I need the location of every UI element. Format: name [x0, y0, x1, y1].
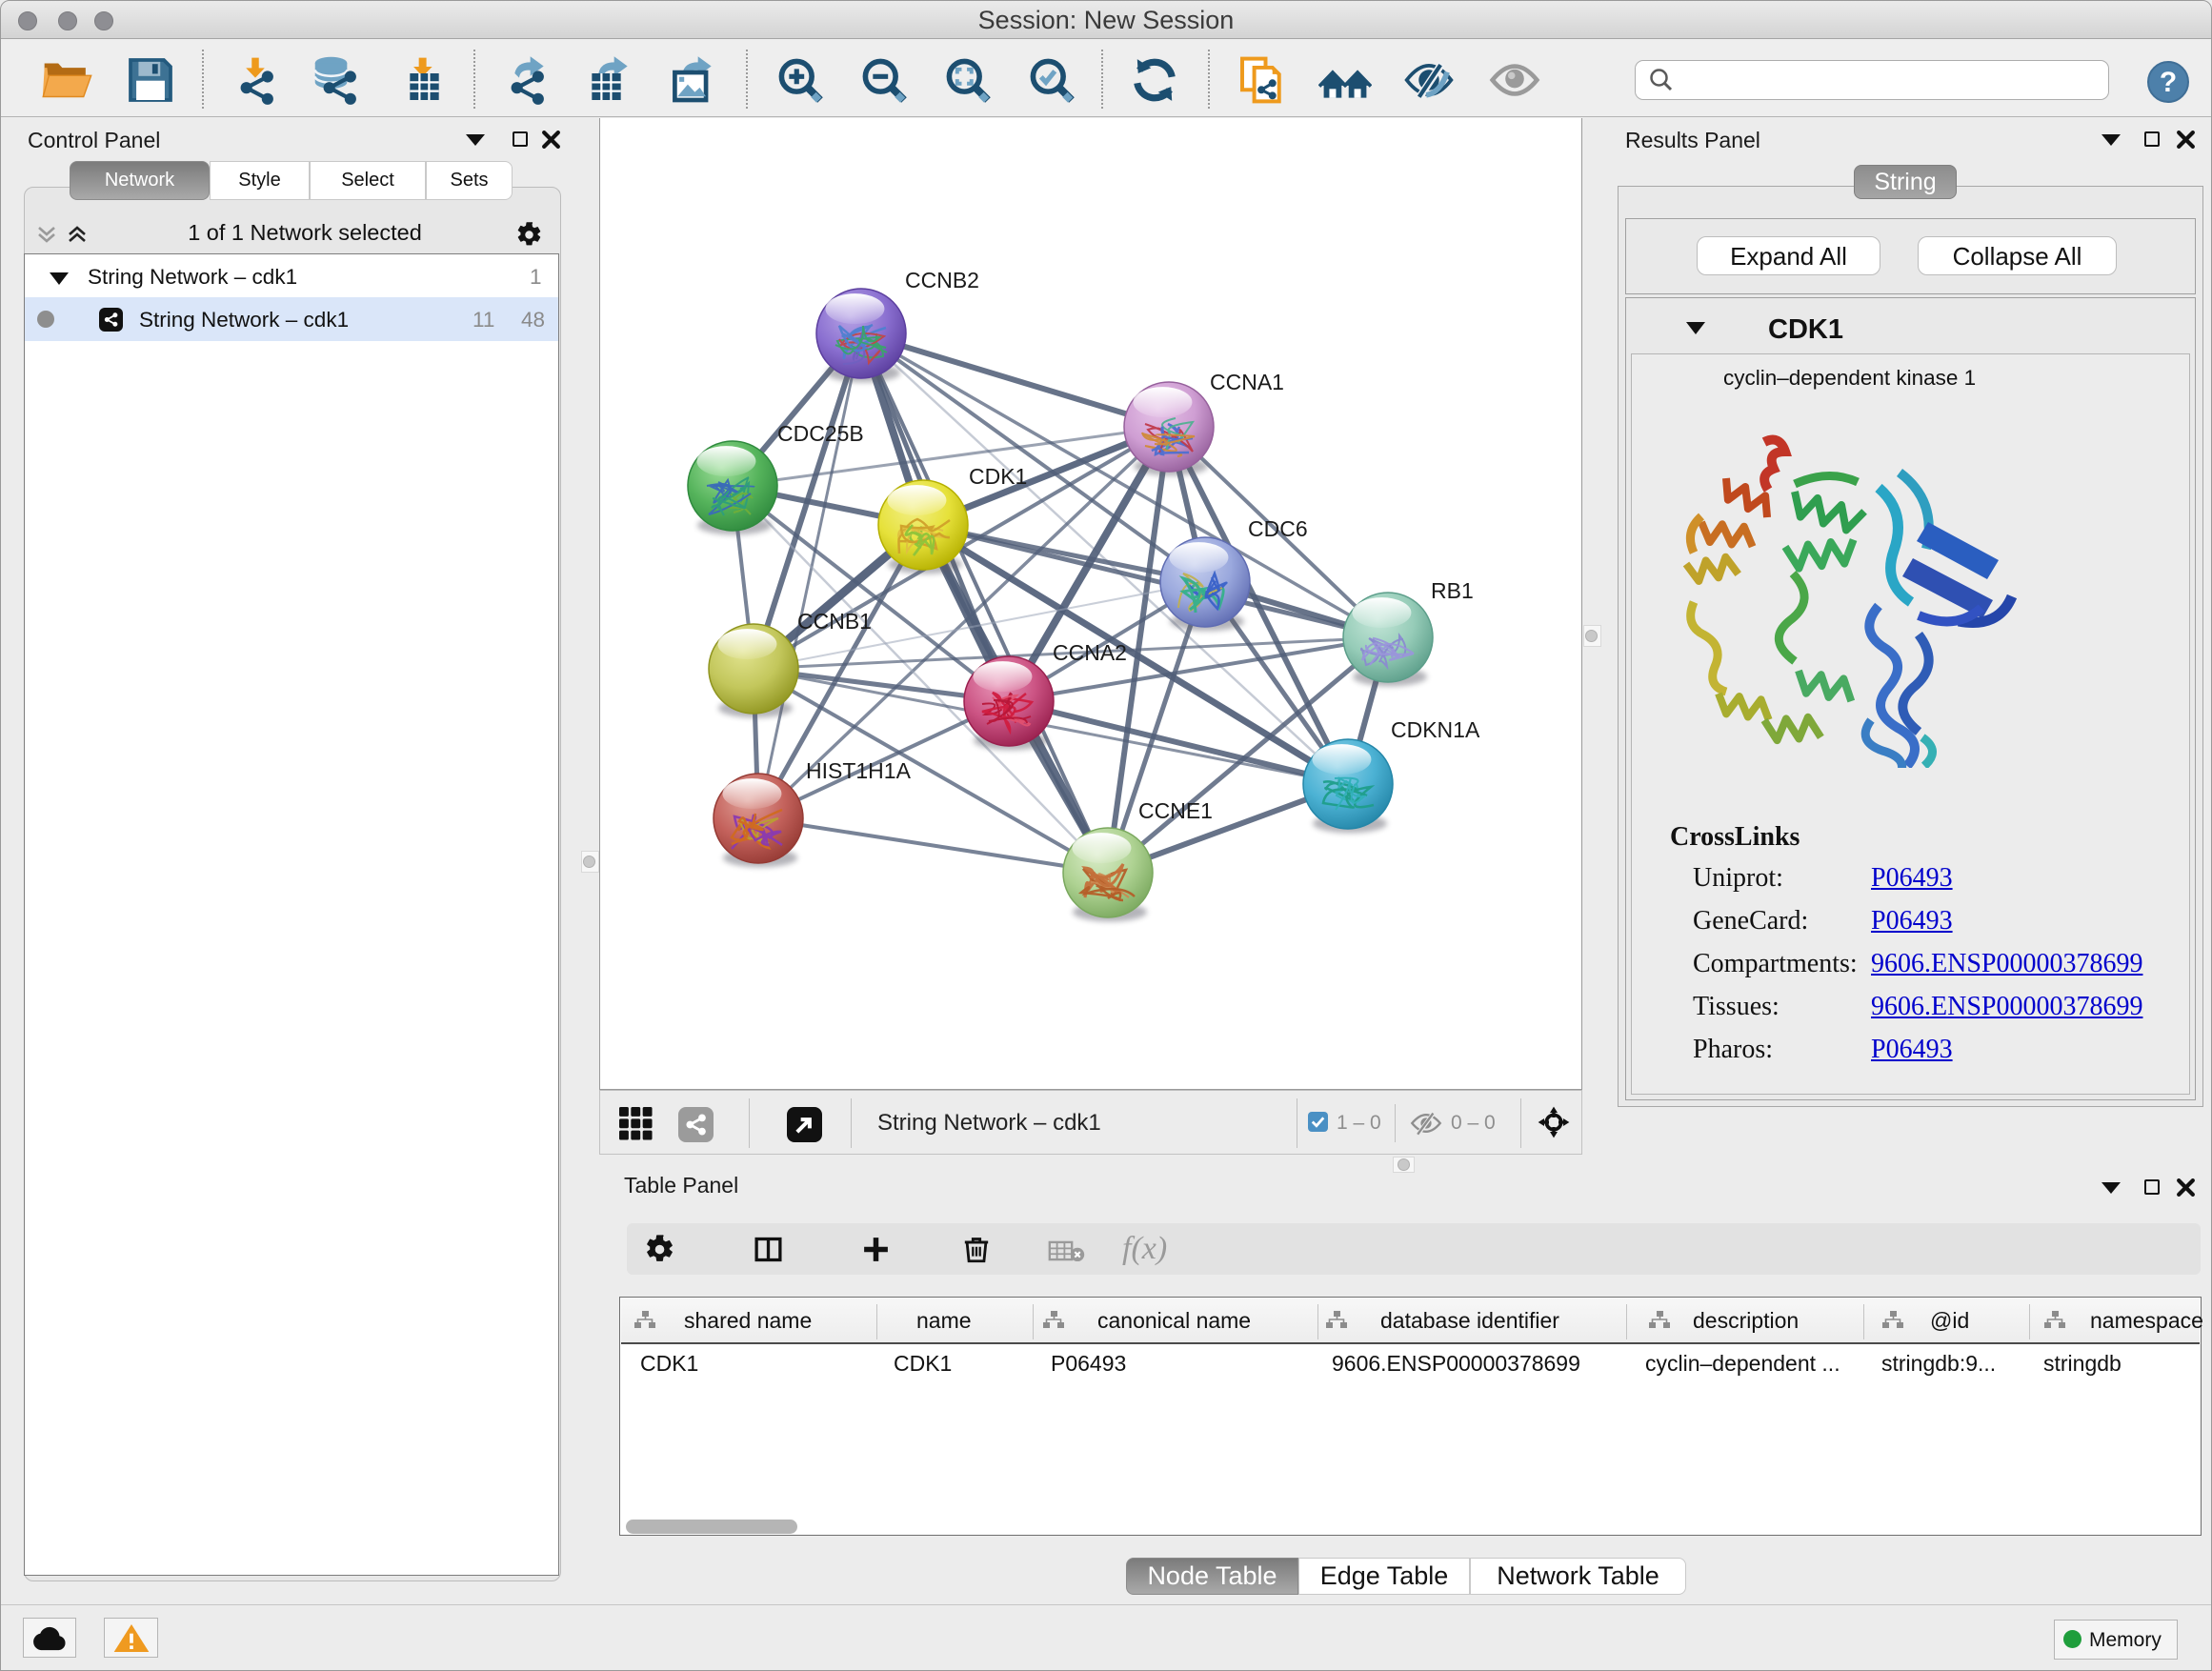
- svg-text:CCNE1: CCNE1: [1138, 798, 1213, 823]
- svg-text:CCNA2: CCNA2: [1053, 640, 1127, 665]
- svg-text:CDK1: CDK1: [969, 464, 1027, 489]
- svg-text:CCNA1: CCNA1: [1210, 370, 1284, 394]
- svg-text:CDKN1A: CDKN1A: [1391, 717, 1480, 742]
- svg-text:CDC25B: CDC25B: [777, 421, 864, 446]
- svg-text:CDC6: CDC6: [1248, 516, 1308, 541]
- svg-text:HIST1H1A: HIST1H1A: [806, 758, 912, 783]
- svg-text:RB1: RB1: [1431, 578, 1474, 603]
- svg-text:CCNB2: CCNB2: [905, 268, 979, 292]
- svg-text:CCNB1: CCNB1: [797, 609, 872, 634]
